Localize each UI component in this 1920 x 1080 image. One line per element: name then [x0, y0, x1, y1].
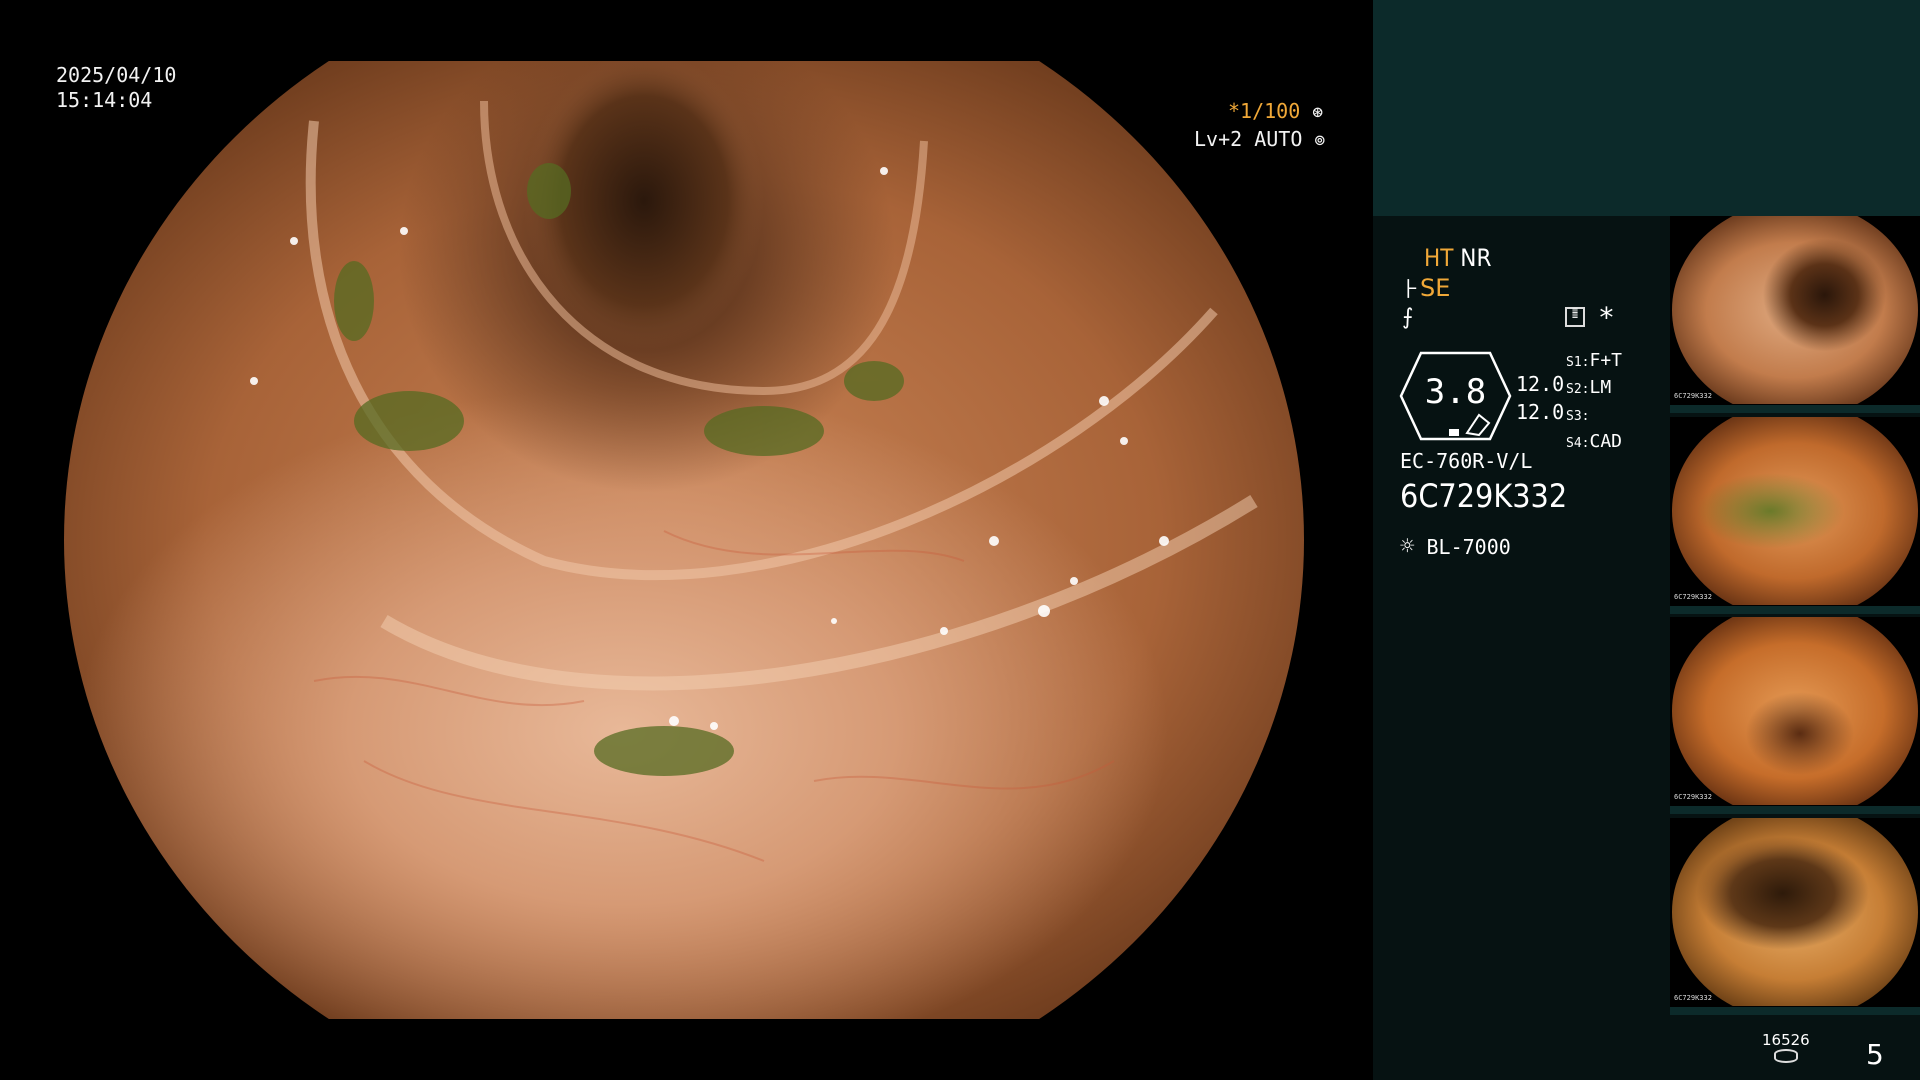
thumbnail-bar [1670, 405, 1920, 413]
switch-row-2: S2:LM [1566, 375, 1622, 402]
shutter-speed: *1/100 [1228, 99, 1301, 123]
light-source-icon: ☼ [1400, 532, 1415, 560]
switch-row-3: S3: [1566, 402, 1622, 429]
se-label: SE [1420, 274, 1451, 302]
thumbnail-image [1672, 417, 1918, 605]
thumbnail-serial: 6C729K332 [1674, 593, 1712, 601]
capture-count: 5 [1866, 1038, 1884, 1071]
thumbnail-bar [1670, 806, 1920, 814]
switch-key: S3: [1566, 409, 1590, 424]
menu-list-icon: ≡ ≡ [1565, 307, 1585, 327]
thumbnail-image [1672, 216, 1918, 404]
ht-label: HT [1424, 244, 1454, 272]
capture-time: 15:14:04 [56, 88, 153, 112]
switch-value: F+T [1589, 350, 1622, 371]
gauge-value: 3.8 [1424, 372, 1487, 412]
se-row: ⺊SE [1400, 274, 1450, 303]
light-source-model: BL-7000 [1426, 535, 1511, 559]
storage-count: 16526 [1762, 1031, 1810, 1049]
thumbnail-image [1672, 818, 1918, 1006]
light-source-row: ☼ BL-7000 [1400, 531, 1511, 562]
capture-date: 2025/04/10 [56, 63, 177, 87]
parameter-value-2: 12.0 [1516, 400, 1565, 424]
endoscope-view [64, 61, 1304, 1019]
shutter-speed-row: *1/100 ⊛ [1228, 99, 1323, 125]
thumbnail-image [1672, 617, 1918, 805]
thumbnail-bar [1670, 606, 1920, 614]
thumbnail-2[interactable]: 6C729K332 2 [1670, 617, 1920, 814]
thumbnail-1[interactable]: 6C729K332 1 [1670, 818, 1920, 1015]
switch-value: LM [1589, 377, 1612, 398]
asterisk-indicator: * [1598, 301, 1615, 334]
auto-iris-icon: ⊚ [1314, 130, 1326, 151]
brightness-level: Lv+2 AUTO [1194, 127, 1303, 151]
nr-label: NR [1460, 244, 1492, 272]
switch-row-4: S4:CAD [1566, 429, 1622, 456]
storage-icon [1774, 1049, 1798, 1063]
switch-row-1: S1:F+T [1566, 348, 1622, 375]
thumbnail-bar [1670, 1007, 1920, 1015]
colon-lumen-image [250, 61, 1258, 862]
scope-model: EC-760R-V/L [1400, 449, 1533, 473]
parameter-value-1: 12.0 [1516, 372, 1565, 396]
thumbnail-3[interactable]: 6C729K332 3 [1670, 417, 1920, 614]
switch-key: S4: [1566, 436, 1590, 451]
ht-nr-row: HT NR [1424, 244, 1491, 272]
shutter-icon: ⊛ [1312, 102, 1324, 123]
parameter-values: 12.0 12.0 [1516, 370, 1564, 426]
structure-enhance-icon: ⺊ [1400, 277, 1420, 301]
thumbnail-serial: 6C729K332 [1674, 392, 1712, 400]
switch-key: S2: [1566, 382, 1590, 397]
sidebar-header-panel [1373, 0, 1920, 216]
level-row: Lv+2 AUTO ⊚ [1194, 127, 1325, 153]
switch-key: S1: [1566, 355, 1590, 370]
thumbnail-serial: 6C729K332 [1674, 793, 1712, 801]
thumbnail-serial: 6C729K332 [1674, 994, 1712, 1002]
switch-value: CAD [1589, 431, 1622, 452]
switch-assignments: S1:F+T S2:LM S3: S4:CAD [1566, 348, 1622, 456]
color-mode-icon: ⨍ [1402, 305, 1414, 330]
scope-serial: 6C729K332 [1400, 477, 1568, 515]
thumbnail-4[interactable]: 6C729K332 4 [1670, 216, 1920, 413]
